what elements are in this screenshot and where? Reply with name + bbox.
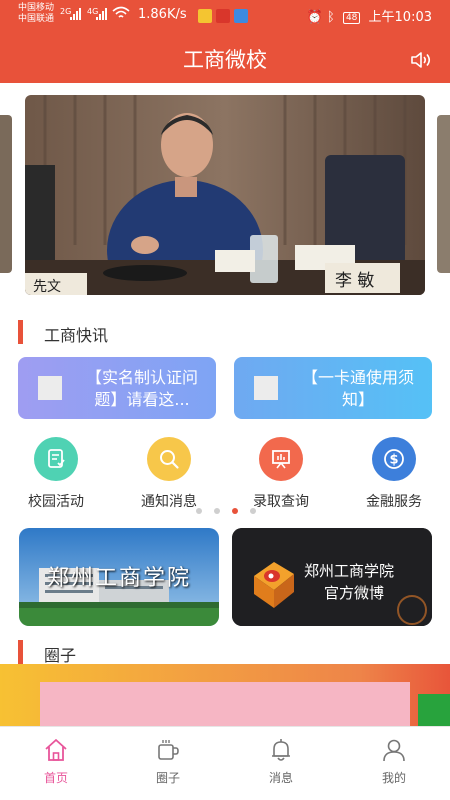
service-label: 金融服务 [366,494,422,510]
circle-preview[interactable] [0,664,450,726]
pager-dot[interactable] [196,508,202,514]
tab-circle[interactable]: 圈子 [112,727,224,800]
banner-photo: 先文 李 敏 [25,95,425,295]
notice-card-1[interactable]: 【实名制认证问题】请看这... [18,357,216,419]
nameplate-left: 先文 [33,279,61,295]
notification-icons [198,8,252,27]
service-label: 校园活动 [28,494,84,510]
app-notification-icon [216,9,230,23]
dollar-icon: $ [372,437,416,481]
tab-profile[interactable]: 我的 [338,727,450,800]
banner-prev-slide[interactable] [0,115,12,273]
signal-icon-2 [96,8,110,20]
carrier-info: 中国移动 中国联通 [18,3,54,25]
home-icon [45,739,67,761]
cup-icon [158,740,179,760]
notice-card-text: 【实名制认证问题】请看这... [85,368,198,409]
weibo-title: 郑州工商学院 [304,562,395,580]
status-bar: 中国移动 中国联通 2G 4G 1.86K/s ⏰ ᛒ 48 上午10:03 [0,0,450,30]
carrier-2: 中国联通 [18,14,55,24]
news-banner[interactable]: 先文 李 敏 [25,95,425,295]
bluetooth-icon: ᛒ [326,10,335,25]
image-placeholder-icon [254,376,278,400]
weibo-promo-tile[interactable]: 郑州工商学院 官方微博 [232,528,432,626]
school-promo-tile[interactable]: 郑州工商学院 [19,528,219,626]
notice-card-text: 【一卡通使用须知】 [301,368,414,409]
section-marker [18,320,23,344]
pager-dot-active[interactable] [232,508,238,514]
system-tray: ⏰ ᛒ 48 上午10:03 [307,6,432,25]
bell-icon [272,739,290,761]
bottom-tab-bar: 首页 圈子 消息 我的 [0,726,450,800]
banner-next-slide[interactable] [437,115,450,273]
service-admission-query[interactable]: 录取查询 [236,437,326,513]
circle-section-title: 圈子 [44,646,77,665]
tab-messages[interactable]: 消息 [225,727,337,800]
campus-activity-icon [34,437,78,481]
section-marker [18,640,23,664]
notice-card-2[interactable]: 【一卡通使用须知】 [234,357,432,419]
service-notifications[interactable]: 通知消息 [124,437,214,513]
news-section-title: 工商快讯 [44,326,109,345]
alarm-icon: ⏰ [306,10,323,25]
network-speed: 1.86K/s [138,7,187,22]
service-campus-activity[interactable]: 校园活动 [11,437,101,513]
svg-text:$: $ [389,453,398,468]
service-finance[interactable]: $ 金融服务 [349,437,439,513]
signal-icon [70,8,84,20]
tab-label: 首页 [43,771,68,785]
user-icon [383,739,405,762]
school-name-calligraphy: 郑州工商学院 [46,566,191,591]
clock: 上午10:03 [368,10,432,25]
weibo-subtitle: 官方微博 [324,584,385,602]
circle-preview-image [40,682,410,726]
app-notification-icon [198,9,212,23]
wifi-icon [112,6,130,18]
circle-preview-image [418,694,450,726]
battery-icon: 48 [342,12,361,24]
speaker-icon[interactable] [410,50,434,70]
service-pager[interactable] [196,508,256,514]
nameplate-right: 李 敏 [335,271,374,291]
page-title: 工商微校 [183,48,267,72]
image-placeholder-icon [38,376,62,400]
app-notification-icon [234,9,248,23]
tab-label: 圈子 [155,771,180,785]
presentation-icon [259,437,303,481]
tab-label: 我的 [381,771,406,785]
pager-dot[interactable] [214,508,220,514]
tab-home[interactable]: 首页 [0,727,112,800]
tab-label: 消息 [268,771,293,785]
carrier-1: 中国移动 [18,3,55,13]
app-header: 工商微校 [0,30,450,83]
pager-dot[interactable] [250,508,256,514]
search-icon [147,437,191,481]
